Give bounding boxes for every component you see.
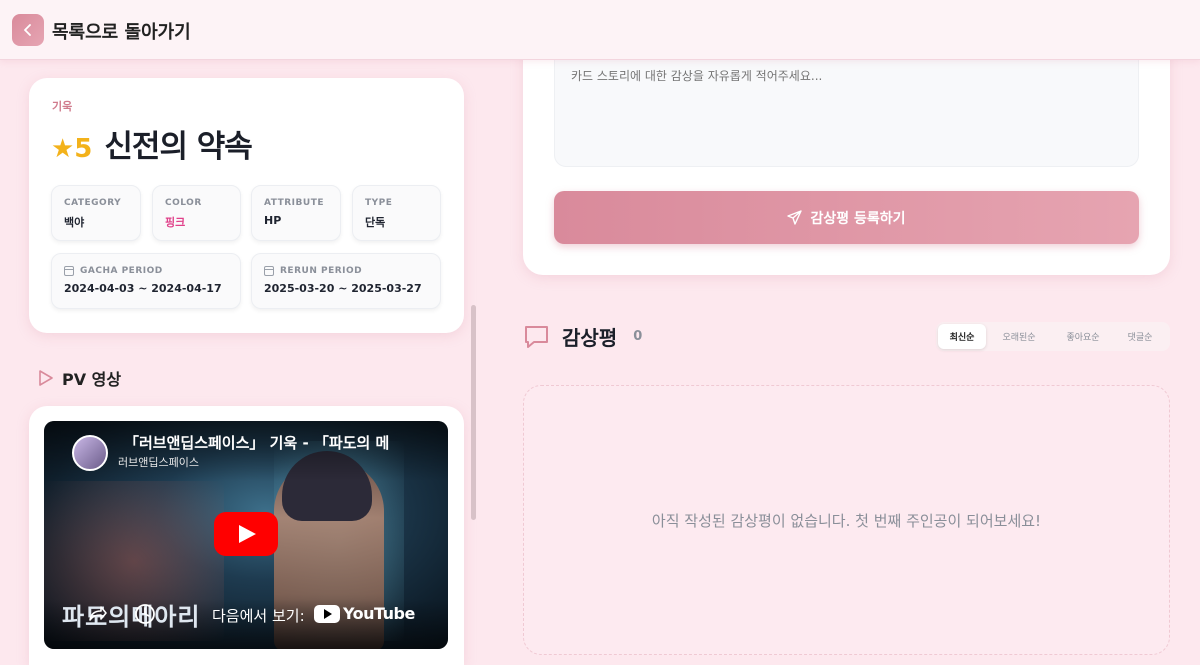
- youtube-logo[interactable]: YouTube: [314, 604, 415, 623]
- youtube-wordmark: YouTube: [343, 604, 415, 623]
- pv-section-header: PV 영상: [38, 366, 121, 390]
- card-info-panel: 기욱 ★5 신전의 약속 CATEGORY 백야 COLOR 핑크 ATTRIB…: [29, 78, 464, 333]
- meta-category: CATEGORY 백야: [51, 185, 141, 241]
- play-outline-icon: [39, 370, 53, 386]
- meta-value: 단독: [365, 216, 386, 229]
- card-title: 신전의 약속: [104, 129, 252, 165]
- pv-section-title: PV 영상: [62, 370, 122, 389]
- rerun-period-label: RERUN PERIOD: [280, 266, 363, 276]
- gacha-period-label-row: GACHA PERIOD: [64, 266, 240, 276]
- send-icon: [787, 210, 803, 225]
- video-card: 「러브앤딥스페이스」 기욱 - 「파도의 메 러브앤딥스페이스 파도의메아리 다…: [29, 406, 464, 665]
- rerun-period-value: 2025-03-20 ~ 2025-03-27: [264, 282, 422, 295]
- channel-name[interactable]: 러브앤딥스페이스: [118, 454, 199, 470]
- reviews-count: 0: [633, 329, 643, 344]
- sort-tab-latest[interactable]: 최신순: [938, 324, 986, 349]
- meta-value: HP: [264, 214, 282, 227]
- title-row: ★5 신전의 약속: [51, 121, 253, 166]
- rarity-badge: ★5: [51, 134, 93, 164]
- meta-color: COLOR 핑크: [152, 185, 241, 241]
- video-logo-text: 파도의메아리: [62, 602, 201, 631]
- chat-bubble-icon: [525, 325, 548, 348]
- youtube-video-player[interactable]: 「러브앤딥스페이스」 기욱 - 「파도의 메 러브앤딥스페이스 파도의메아리 다…: [44, 421, 448, 649]
- top-bar: 목록으로 돌아가기: [0, 0, 1200, 60]
- sort-tab-comments[interactable]: 댓글순: [1114, 324, 1166, 349]
- sort-tab-oldest[interactable]: 오래된순: [986, 324, 1052, 349]
- reviews-empty-state: 아직 작성된 감상평이 없습니다. 첫 번째 주인공이 되어보세요!: [523, 385, 1170, 655]
- back-link-label[interactable]: 목록으로 돌아가기: [52, 18, 191, 44]
- gacha-period: GACHA PERIOD 2024-04-03 ~ 2024-04-17: [51, 253, 241, 309]
- sort-tab-likes[interactable]: 좋아요순: [1052, 324, 1114, 349]
- calendar-icon: [264, 266, 274, 276]
- empty-state-text: 아직 작성된 감상평이 없습니다. 첫 번째 주인공이 되어보세요!: [651, 511, 1042, 530]
- watch-on-label[interactable]: 다음에서 보기:: [212, 605, 305, 626]
- gacha-period-value: 2024-04-03 ~ 2024-04-17: [64, 282, 222, 295]
- rerun-period: RERUN PERIOD 2025-03-20 ~ 2025-03-27: [251, 253, 441, 309]
- youtube-play-button[interactable]: [214, 512, 278, 556]
- reviews-header: 감상평 0: [523, 322, 642, 351]
- rerun-period-label-row: RERUN PERIOD: [264, 266, 440, 276]
- youtube-icon: [314, 604, 340, 623]
- meta-attribute: ATTRIBUTE HP: [251, 185, 341, 241]
- meta-value: 백야: [64, 216, 85, 229]
- character-name: 기욱: [52, 100, 73, 113]
- left-scrollbar[interactable]: [471, 305, 476, 520]
- submit-review-button[interactable]: 감상평 등록하기: [554, 191, 1139, 244]
- meta-label: CATEGORY: [64, 198, 122, 208]
- meta-value: 핑크: [165, 216, 186, 229]
- video-title[interactable]: 「러브앤딥스페이스」 기욱 - 「파도의 메: [124, 432, 389, 453]
- reviews-title: 감상평: [562, 326, 618, 350]
- chevron-left-icon: [24, 24, 31, 36]
- sort-tabs: 최신순 오래된순 좋아요순 댓글순: [936, 322, 1170, 351]
- submit-review-label: 감상평 등록하기: [810, 210, 906, 227]
- share-icon[interactable]: [86, 603, 108, 625]
- meta-label: TYPE: [365, 198, 393, 208]
- gacha-period-label: GACHA PERIOD: [80, 266, 163, 276]
- watch-later-icon[interactable]: [134, 603, 156, 625]
- meta-type: TYPE 단독: [352, 185, 441, 241]
- calendar-icon: [64, 266, 74, 276]
- channel-avatar[interactable]: [72, 435, 108, 471]
- back-button[interactable]: [12, 14, 44, 46]
- meta-label: ATTRIBUTE: [264, 198, 324, 208]
- meta-label: COLOR: [165, 198, 202, 208]
